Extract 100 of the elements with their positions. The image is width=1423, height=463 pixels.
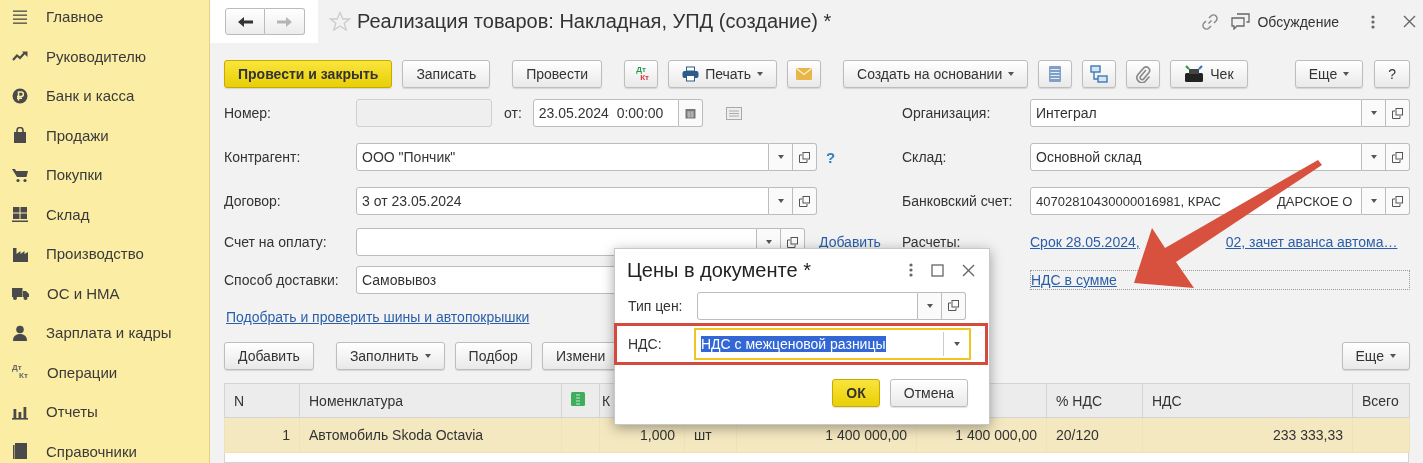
open-button[interactable]: [1386, 143, 1410, 171]
field-label: НДС:: [628, 336, 663, 352]
input-field[interactable]: 40702810430000016981, КРАС ДАРСКОЕ О: [1030, 187, 1362, 215]
settlement-link[interactable]: Срок 28.05.2024,: [1030, 234, 1140, 250]
add-link[interactable]: Добавить: [819, 234, 881, 250]
input-field[interactable]: Основной склад: [1030, 143, 1362, 171]
list-icon: [1048, 65, 1063, 83]
toolbar-button[interactable]: Подбор: [454, 342, 532, 370]
icon-button[interactable]: [1126, 60, 1161, 88]
open-button[interactable]: [793, 187, 817, 215]
grid-icon: [12, 206, 28, 223]
sidebar-item[interactable]: Дт Кт Операции: [0, 352, 209, 392]
sidebar-item[interactable]: Главное: [0, 0, 209, 37]
sidebar-item[interactable]: Производство: [0, 234, 209, 274]
menu-button[interactable]: Еще: [1294, 60, 1364, 88]
input-field[interactable]: [697, 291, 918, 320]
chat-icon: [1231, 13, 1251, 30]
column-header[interactable]: НДС: [1142, 383, 1353, 418]
maximize-icon: [931, 263, 944, 277]
tires-link[interactable]: Подобрать и проверить шины и автопокрышки: [226, 309, 530, 325]
help-link[interactable]: ?: [826, 148, 836, 166]
tag-icon: [571, 392, 585, 406]
column-header[interactable]: Всего: [1352, 383, 1410, 418]
menu-button[interactable]: Заполнить: [335, 342, 445, 370]
sidebar-item[interactable]: ОС и НМА: [0, 273, 209, 313]
caret-icon: [1390, 354, 1396, 358]
menu-button[interactable]: Печать: [668, 60, 777, 88]
column-header[interactable]: Номенклатура: [299, 383, 562, 418]
icon-button[interactable]: Дт Кт: [624, 60, 659, 88]
field-label: Расчеты:: [902, 234, 962, 250]
sidebar-item[interactable]: Покупки: [0, 155, 209, 195]
settlement-link[interactable]: 02, зачет аванса автома…: [1225, 234, 1398, 250]
column-header[interactable]: % НДС: [1046, 383, 1143, 418]
open-button[interactable]: [1386, 187, 1410, 215]
icon-button[interactable]: [787, 60, 821, 88]
toolbar-button[interactable]: Провести: [512, 60, 603, 88]
cash-register-icon: [1184, 65, 1205, 83]
cart-icon: [12, 166, 28, 183]
table-row[interactable]: 1 Автомобиль Skoda Octavia 1,000 шт 1 400 000,00 1 400 000,00 20/120 233 333,33: [224, 417, 1410, 453]
calendar-icon: [684, 107, 696, 119]
sidebar-item[interactable]: Отчеты: [0, 392, 209, 432]
input-field[interactable]: [356, 228, 757, 256]
paperclip-icon: [1135, 65, 1152, 83]
open-icon: [799, 195, 810, 207]
column-header[interactable]: N: [224, 383, 300, 418]
input-field[interactable]: НДС с межценовой разницы: [694, 328, 971, 360]
envelope-icon: [795, 67, 813, 81]
caret-icon: [777, 155, 784, 159]
caret-icon: [1370, 155, 1377, 159]
open-button[interactable]: [793, 143, 817, 171]
table-cell: Автомобиль Skoda Octavia: [299, 417, 562, 453]
field-label: Счет на оплату:: [224, 234, 328, 250]
icon-button[interactable]: [1082, 60, 1117, 88]
open-icon: [787, 236, 798, 248]
caret-icon: [926, 303, 933, 308]
open-button[interactable]: [1386, 99, 1410, 127]
sidebar-item[interactable]: Продажи: [0, 115, 209, 155]
cancel-button[interactable]: Отмена: [889, 379, 968, 407]
caret-icon: [1343, 72, 1350, 76]
sidebar-item[interactable]: Банк и касса: [0, 76, 209, 116]
more-icon: [909, 263, 913, 277]
toolbar-button[interactable]: Записать: [402, 60, 491, 88]
caret-icon: [765, 240, 772, 244]
input-field[interactable]: 3 от 23.05.2024: [356, 187, 769, 215]
menu-button[interactable]: Создать на основании: [843, 60, 1029, 88]
open-button[interactable]: [942, 291, 966, 320]
field-label: Тип цен:: [628, 297, 684, 314]
discussion-button[interactable]: Обсуждение: [1231, 13, 1339, 30]
person-icon: [12, 324, 28, 341]
sidebar-item[interactable]: Руководителю: [0, 36, 209, 76]
notes-icon: [725, 106, 742, 120]
open-icon: [799, 151, 810, 163]
sidebar-item[interactable]: Справочники: [0, 431, 209, 463]
table-cell: 1: [224, 417, 300, 453]
caret-icon: [1370, 111, 1377, 115]
bag-icon: [12, 127, 28, 144]
caret-icon: [424, 354, 431, 358]
selected-text: НДС с межценовой разницы: [701, 336, 886, 352]
back-button[interactable]: [225, 8, 265, 35]
table-cell: 20/120: [1046, 417, 1143, 453]
caret-icon: [757, 72, 763, 76]
ok-button[interactable]: ОК: [832, 379, 880, 407]
column-header[interactable]: [561, 383, 600, 418]
field-label: Контрагент:: [224, 149, 302, 165]
field-label: Организация:: [902, 105, 992, 121]
vat-link[interactable]: НДС в сумме: [1031, 272, 1117, 288]
primary-button[interactable]: Провести и закрыть: [224, 60, 393, 88]
calendar-button[interactable]: [678, 99, 703, 127]
toolbar-button[interactable]: Добавить: [224, 342, 314, 370]
field-label: Способ доставки:: [224, 272, 340, 288]
sidebar-item[interactable]: Зарплата и кадры: [0, 313, 209, 353]
icon-button[interactable]: [1038, 60, 1073, 88]
toolbar-button[interactable]: Чек: [1170, 60, 1248, 88]
input-field[interactable]: ООО "Пончик": [356, 143, 769, 171]
open-icon: [1392, 195, 1403, 207]
menu-button[interactable]: Еще: [1341, 342, 1410, 370]
input-field[interactable]: Интеграл: [1030, 99, 1362, 127]
field-label: Склад:: [902, 149, 948, 165]
toolbar-button[interactable]: ?: [1374, 60, 1410, 88]
sidebar-item[interactable]: Склад: [0, 194, 209, 234]
